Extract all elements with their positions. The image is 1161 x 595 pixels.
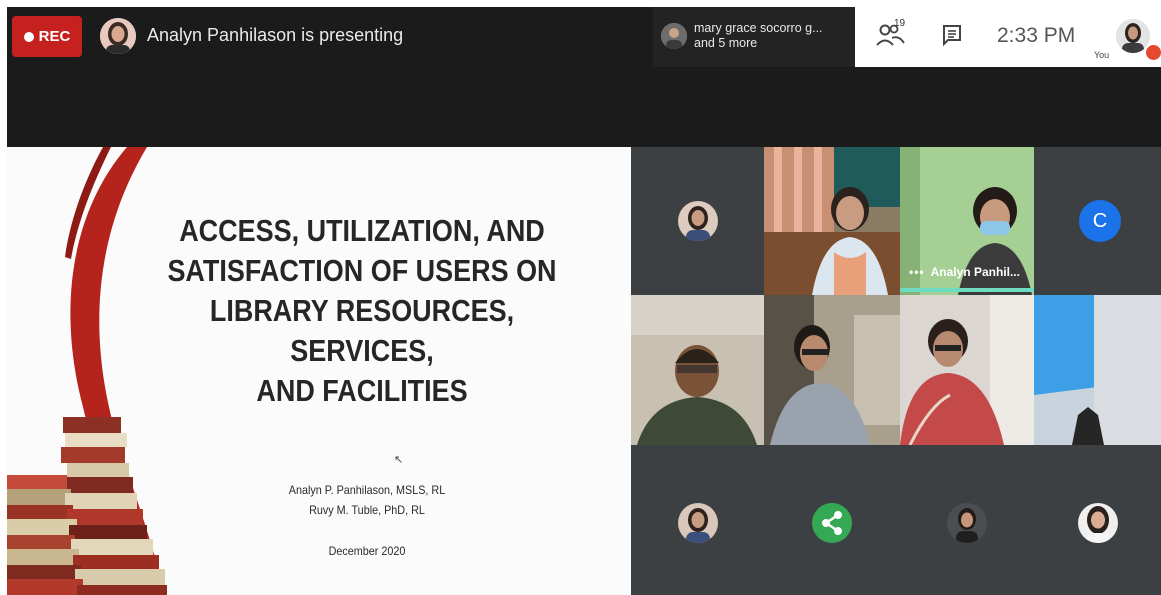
participant-video[interactable] <box>900 295 1034 445</box>
slide-title: ACCESS, UTILIZATION, AND SATISFACTION OF… <box>166 211 558 411</box>
participant-tile[interactable] <box>1034 445 1161 595</box>
meeting-clock: 2:33 PM <box>997 24 1076 47</box>
participant-avatar <box>678 201 718 241</box>
slide-title-line: ACCESS, UTILIZATION, AND <box>179 213 545 248</box>
top-bar: REC Analyn Panhilason is presenting mary… <box>7 7 1161 147</box>
slide-title-line: SATISFACTION OF USERS ON <box>167 253 557 288</box>
participant-tile[interactable] <box>631 147 764 295</box>
share-icon <box>812 503 852 543</box>
recording-indicator[interactable]: REC <box>12 16 82 57</box>
meet-window: REC Analyn Panhilason is presenting mary… <box>0 0 1161 595</box>
slide-title-line: AND FACILITIES <box>256 373 468 408</box>
more-options-icon[interactable]: ••• <box>909 265 925 279</box>
participant-video[interactable] <box>764 147 900 295</box>
speaking-name-tag: ••• Analyn Panhil... <box>909 265 1020 279</box>
participant-avatar <box>678 503 718 543</box>
you-label: You <box>1094 50 1110 60</box>
participant-video[interactable] <box>1034 295 1161 445</box>
participant-initial-avatar: C <box>1079 200 1121 242</box>
participant-tile[interactable] <box>900 445 1034 595</box>
slide-title-line: LIBRARY RESOURCES, SERVICES, <box>209 293 515 368</box>
slide-author-1: Analyn P. Panhilason, MSLS, RL <box>288 483 446 497</box>
notification-more: and 5 more <box>694 36 758 50</box>
meeting-controls: 19 2:33 PM You <box>855 7 1161 67</box>
participants-count: 19 <box>894 18 906 29</box>
notification-badge <box>1146 45 1161 60</box>
self-avatar[interactable] <box>1116 19 1150 53</box>
participant-avatar <box>947 503 987 543</box>
participant-video-speaking[interactable]: ••• Analyn Panhil... <box>900 147 1034 295</box>
speaking-indicator <box>900 288 1034 292</box>
participant-video[interactable] <box>764 295 900 445</box>
presentation-slide: ACCESS, UTILIZATION, AND SATISFACTION OF… <box>7 147 631 595</box>
join-notification[interactable]: mary grace socorro g... and 5 more <box>653 7 855 67</box>
participant-avatar <box>1078 503 1118 543</box>
presenting-status: Analyn Panhilason is presenting <box>147 25 404 45</box>
chat-icon[interactable] <box>940 23 964 47</box>
mouse-cursor-icon: ↖ <box>394 454 404 466</box>
participant-tile[interactable] <box>631 445 764 595</box>
participant-grid: ••• Analyn Panhil... C <box>631 147 1161 595</box>
books-illustration <box>7 417 167 595</box>
record-dot-icon <box>23 31 34 42</box>
participant-tile[interactable]: C <box>1034 147 1161 295</box>
speaking-name: Analyn Panhil... <box>930 265 1020 279</box>
slide-author-2: Ruvy M. Tuble, PhD, RL <box>309 503 425 517</box>
slide-date: December 2020 <box>328 544 406 558</box>
notification-name: mary grace socorro g... <box>694 21 823 35</box>
recording-label: REC <box>38 28 71 45</box>
notification-avatar <box>661 23 687 49</box>
presenter-avatar <box>100 18 136 54</box>
participant-video[interactable] <box>631 295 764 445</box>
participant-tile[interactable] <box>764 445 900 595</box>
